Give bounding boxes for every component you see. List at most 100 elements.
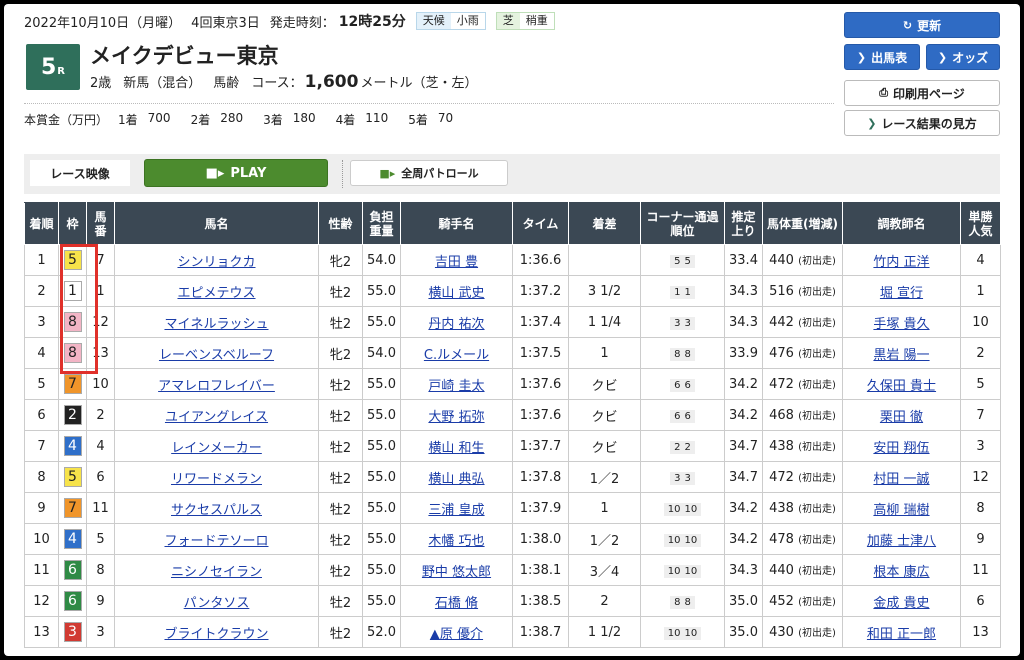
horse-number: 12 xyxy=(86,306,115,338)
jockey-name-link[interactable]: 野中 悠太郎 xyxy=(422,565,491,580)
waku-cell: 8 xyxy=(58,337,87,369)
horse-name-link[interactable]: ブライトクラウン xyxy=(164,627,268,642)
jockey-name-link[interactable]: 横山 和生 xyxy=(428,441,484,456)
body-weight-change: (初出走) xyxy=(798,535,836,546)
trainer-name-link[interactable]: 手塚 貴久 xyxy=(873,317,929,332)
horse-name-link[interactable]: サクセスパルス xyxy=(171,503,262,518)
estimated-last-3f: 34.2 xyxy=(724,492,763,524)
corner-position: 5 xyxy=(674,255,681,267)
jockey-cell: 大野 拓弥 xyxy=(400,399,513,431)
jockey-name-link[interactable]: 三浦 皇成 xyxy=(428,503,484,518)
trainer-name-link[interactable]: 金成 貴史 xyxy=(873,596,929,611)
play-button-label: PLAY xyxy=(230,165,267,181)
finish-rank: 8 xyxy=(24,461,59,493)
body-weight-cell: 438 (初出走) xyxy=(762,430,843,462)
corner-position: 3 xyxy=(674,317,681,329)
horse-name-link[interactable]: レインメーカー xyxy=(171,441,262,456)
prize-money: 本賞金（万円） 1着 700 2着 280 3着 180 4着 110 5着 70 xyxy=(24,111,473,128)
trainer-name-link[interactable]: 久保田 貴士 xyxy=(867,379,936,394)
margin: 3 1/2 xyxy=(568,275,641,307)
corner-cell: 10 10 xyxy=(640,616,725,648)
trainer-name-link[interactable]: 堀 宣行 xyxy=(880,286,923,301)
jockey-name-link[interactable]: 横山 典弘 xyxy=(428,472,484,487)
patrol-video-button[interactable]: ■▸ 全周パトロール xyxy=(350,160,508,186)
corner-cell: 22 xyxy=(640,430,725,462)
page-frame: 2022年10月10日（月曜） 4回東京3日 発走時刻： 12時25分 天候 小… xyxy=(4,4,1020,656)
trainer-name-link[interactable]: 和田 正一郎 xyxy=(867,627,936,642)
trainer-name-link[interactable]: 加藤 士津八 xyxy=(867,534,936,549)
jockey-name-link[interactable]: ▲原 優介 xyxy=(430,627,483,642)
jockey-cell: 丹内 祐次 xyxy=(400,306,513,338)
update-button[interactable]: ↻ 更新 xyxy=(844,12,1000,38)
corner-cell: 88 xyxy=(640,337,725,369)
margin: 1 1/4 xyxy=(568,306,641,338)
table-row: 5 7 10 アマレロフレイバー 牡2 55.0 戸崎 圭太 1:37.6 クビ 6 6 34.2 47… xyxy=(24,368,1001,400)
jockey-name-link[interactable]: 石橋 脩 xyxy=(435,596,478,611)
finish-rank: 10 xyxy=(24,523,59,555)
horse-cell: ニシノセイラン xyxy=(114,554,319,586)
finish-rank: 13 xyxy=(24,616,59,648)
corner-position: 10 xyxy=(684,503,698,515)
race-date: 2022年10月10日（月曜） xyxy=(24,15,182,31)
finish-time: 1:37.5 xyxy=(512,337,569,369)
horse-name-link[interactable]: ニシノセイラン xyxy=(171,565,262,580)
jockey-name-link[interactable]: 戸崎 圭太 xyxy=(428,379,484,394)
corner-position: 5 xyxy=(684,255,691,267)
odds-button[interactable]: ❯ オッズ xyxy=(926,44,1000,70)
trainer-name-link[interactable]: 高柳 瑞樹 xyxy=(873,503,929,518)
trainer-name-link[interactable]: 安田 翔伍 xyxy=(873,441,929,456)
waku-cell: 6 xyxy=(58,554,87,586)
video-camera-icon: ■▸ xyxy=(205,165,225,181)
corner-positions: 22 xyxy=(670,440,695,454)
corner-cell: 33 xyxy=(640,461,725,493)
play-video-button[interactable]: ■▸ PLAY xyxy=(144,159,328,187)
body-weight: 472 xyxy=(769,470,794,485)
waku-badge: 8 xyxy=(63,343,82,363)
trainer-name-link[interactable]: 村田 一誠 xyxy=(873,472,929,487)
trainer-name-link[interactable]: 根本 康広 xyxy=(873,565,929,580)
guide-button[interactable]: ❯ レース結果の見方 xyxy=(844,110,1000,136)
horse-name-link[interactable]: パンタソス xyxy=(184,596,250,611)
corner-position: 3 xyxy=(684,317,691,329)
horse-name-link[interactable]: フォードテソーロ xyxy=(164,534,268,549)
waku-cell: 1 xyxy=(58,275,87,307)
estimated-last-3f: 34.2 xyxy=(724,399,763,431)
waku-badge: 7 xyxy=(63,498,82,518)
trainer-name-link[interactable]: 黒岩 陽一 xyxy=(873,348,929,363)
finish-time: 1:37.6 xyxy=(512,368,569,400)
jockey-name-link[interactable]: 横山 武史 xyxy=(428,286,484,301)
print-button[interactable]: ⎙ 印刷用ページ xyxy=(844,80,1000,106)
corner-position: 3 xyxy=(684,472,691,484)
horse-name-link[interactable]: レーベンスベルーフ xyxy=(159,348,274,363)
jockey-name-link[interactable]: 木幡 巧也 xyxy=(428,534,484,549)
win-popularity: 4 xyxy=(960,244,1001,276)
jockey-name-link[interactable]: 丹内 祐次 xyxy=(428,317,484,332)
body-weight-change: (初出走) xyxy=(798,349,836,360)
prize-rank: 5着 xyxy=(408,113,428,127)
horse-name-link[interactable]: エピメテウス xyxy=(177,286,255,301)
sex-age: 牡2 xyxy=(318,492,363,524)
body-weight-change: (初出走) xyxy=(798,380,836,391)
horse-number: 1 xyxy=(86,275,115,307)
horse-name-link[interactable]: アマレロフレイバー xyxy=(158,379,275,394)
body-weight: 478 xyxy=(769,532,794,547)
horse-name-link[interactable]: シンリョクカ xyxy=(177,255,255,270)
header-time: タイム xyxy=(512,202,569,245)
corner-position: 8 xyxy=(674,348,681,360)
win-popularity: 12 xyxy=(960,461,1001,493)
estimated-last-3f: 34.2 xyxy=(724,523,763,555)
horse-name-link[interactable]: リワードメラン xyxy=(171,472,262,487)
header-jockey: 騎手名 xyxy=(400,202,513,245)
jockey-name-link[interactable]: C.ルメール xyxy=(424,348,489,363)
horse-cell: パンタソス xyxy=(114,585,319,617)
jockey-name-link[interactable]: 大野 拓弥 xyxy=(428,410,484,425)
trainer-name-link[interactable]: 栗田 徹 xyxy=(880,410,923,425)
horse-name-link[interactable]: マイネルラッシュ xyxy=(164,317,268,332)
horse-cell: リワードメラン xyxy=(114,461,319,493)
trainer-name-link[interactable]: 竹内 正洋 xyxy=(873,255,929,270)
entries-button[interactable]: ❯ 出馬表 xyxy=(844,44,920,70)
body-weight-cell: 516 (初出走) xyxy=(762,275,843,307)
jockey-name-link[interactable]: 吉田 豊 xyxy=(435,255,478,270)
horse-name-link[interactable]: ユイアングレイス xyxy=(165,410,268,425)
body-weight: 440 xyxy=(769,253,794,268)
